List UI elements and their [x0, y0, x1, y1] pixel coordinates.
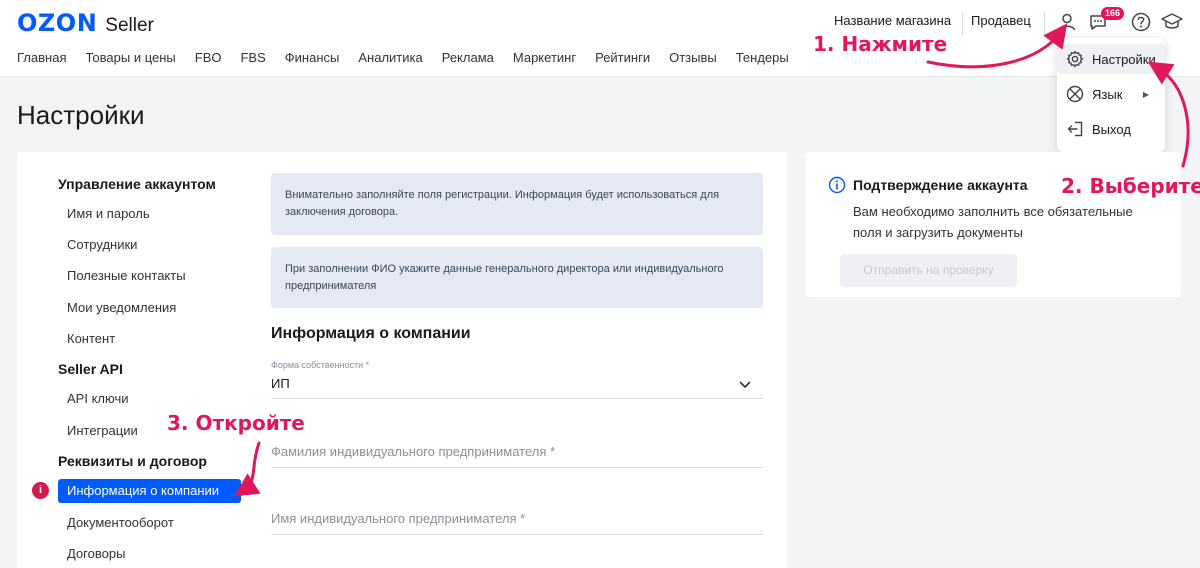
sidebar-item-integrations[interactable]: Интеграции	[67, 423, 138, 438]
annotation-step3: 3. Откройте	[167, 411, 305, 435]
sidebar-item-name-password[interactable]: Имя и пароль	[67, 206, 150, 221]
help-icon[interactable]	[1130, 11, 1152, 33]
nav-item-ratings[interactable]: Рейтинги	[595, 50, 650, 65]
notifications-badge: 166	[1101, 7, 1125, 20]
sidebar-group-requisites: Реквизиты и договор	[58, 453, 207, 469]
name-field	[271, 505, 763, 535]
account-verification-title: Подтверждение аккаунта	[853, 177, 1028, 193]
nav-item-tenders[interactable]: Тендеры	[736, 50, 789, 65]
sidebar-item-contacts[interactable]: Полезные контакты	[67, 268, 186, 283]
menu-item-logout[interactable]: Выход	[1057, 114, 1165, 144]
ownership-select[interactable]: ИП	[271, 373, 763, 399]
nav-item-ads[interactable]: Реклама	[442, 50, 494, 65]
sidebar-item-company-info[interactable]: Информация о компании	[58, 479, 241, 503]
sidebar-item-employees[interactable]: Сотрудники	[67, 237, 137, 252]
nav-item-analytics[interactable]: Аналитика	[358, 50, 422, 65]
chevron-down-icon	[739, 381, 751, 388]
seller-role-link[interactable]: Продавец	[971, 12, 1045, 36]
sidebar-item-document-flow[interactable]: Документооборот	[67, 515, 174, 530]
nav-item-marketing[interactable]: Маркетинг	[513, 50, 576, 65]
sidebar-group-seller-api: Seller API	[58, 361, 123, 377]
logo-product: Seller	[105, 15, 154, 36]
account-verification-text: Вам необходимо заполнить все обязательны…	[853, 204, 1133, 240]
sidebar-item-api-keys[interactable]: API ключи	[67, 391, 128, 406]
page-title: Настройки	[17, 100, 145, 130]
sidebar-group-account: Управление аккаунтом	[58, 176, 216, 192]
logout-icon	[1067, 121, 1083, 137]
sidebar-item-content[interactable]: Контент	[67, 331, 115, 346]
annotation-step1: 1. Нажмите	[813, 32, 948, 56]
education-icon[interactable]	[1160, 11, 1183, 33]
fio-notice: При заполнении ФИО укажите данные генера…	[271, 247, 763, 308]
submit-for-review-button[interactable]: Отправить на проверку	[840, 254, 1017, 287]
ownership-label: Форма собственности *	[271, 360, 370, 370]
nav-item-home[interactable]: Главная	[17, 50, 66, 65]
info-icon	[828, 176, 846, 194]
menu-item-language[interactable]: Язык ▶	[1057, 79, 1165, 109]
error-info-icon: i	[32, 482, 49, 499]
globe-icon	[1066, 85, 1084, 103]
ownership-value: ИП	[271, 376, 290, 391]
main-nav: Главная Товары и цены FBO FBS Финансы Ан…	[17, 50, 808, 65]
annotation-step2: 2. Выберите	[1061, 174, 1200, 198]
profile-dropdown-menu: Настройки Язык ▶ Выход	[1057, 38, 1165, 152]
sidebar-item-notifications[interactable]: Мои уведомления	[67, 300, 176, 315]
menu-item-settings-label: Настройки	[1092, 51, 1156, 67]
registration-notice: Внимательно заполняйте поля регистрации.…	[271, 173, 763, 235]
nav-item-fbo[interactable]: FBO	[195, 50, 222, 65]
name-input[interactable]	[271, 505, 763, 526]
nav-item-reviews[interactable]: Отзывы	[669, 50, 717, 65]
menu-item-logout-label: Выход	[1092, 121, 1131, 137]
menu-item-settings[interactable]: Настройки	[1057, 44, 1165, 74]
nav-item-products[interactable]: Товары и цены	[85, 50, 175, 65]
submenu-arrow-icon: ▶	[1142, 89, 1149, 99]
ozon-seller-logo[interactable]: OZON Seller	[17, 9, 154, 37]
sidebar-item-contracts[interactable]: Договоры	[67, 546, 125, 561]
nav-item-finance[interactable]: Финансы	[285, 50, 340, 65]
menu-item-language-label: Язык	[1092, 86, 1123, 102]
gear-icon	[1066, 50, 1084, 68]
surname-field	[271, 438, 763, 468]
profile-icon[interactable]	[1056, 11, 1078, 33]
logo-brand: OZON	[17, 9, 98, 37]
nav-item-fbs[interactable]: FBS	[240, 50, 265, 65]
company-info-title: Информация о компании	[271, 325, 471, 342]
surname-input[interactable]	[271, 438, 763, 459]
